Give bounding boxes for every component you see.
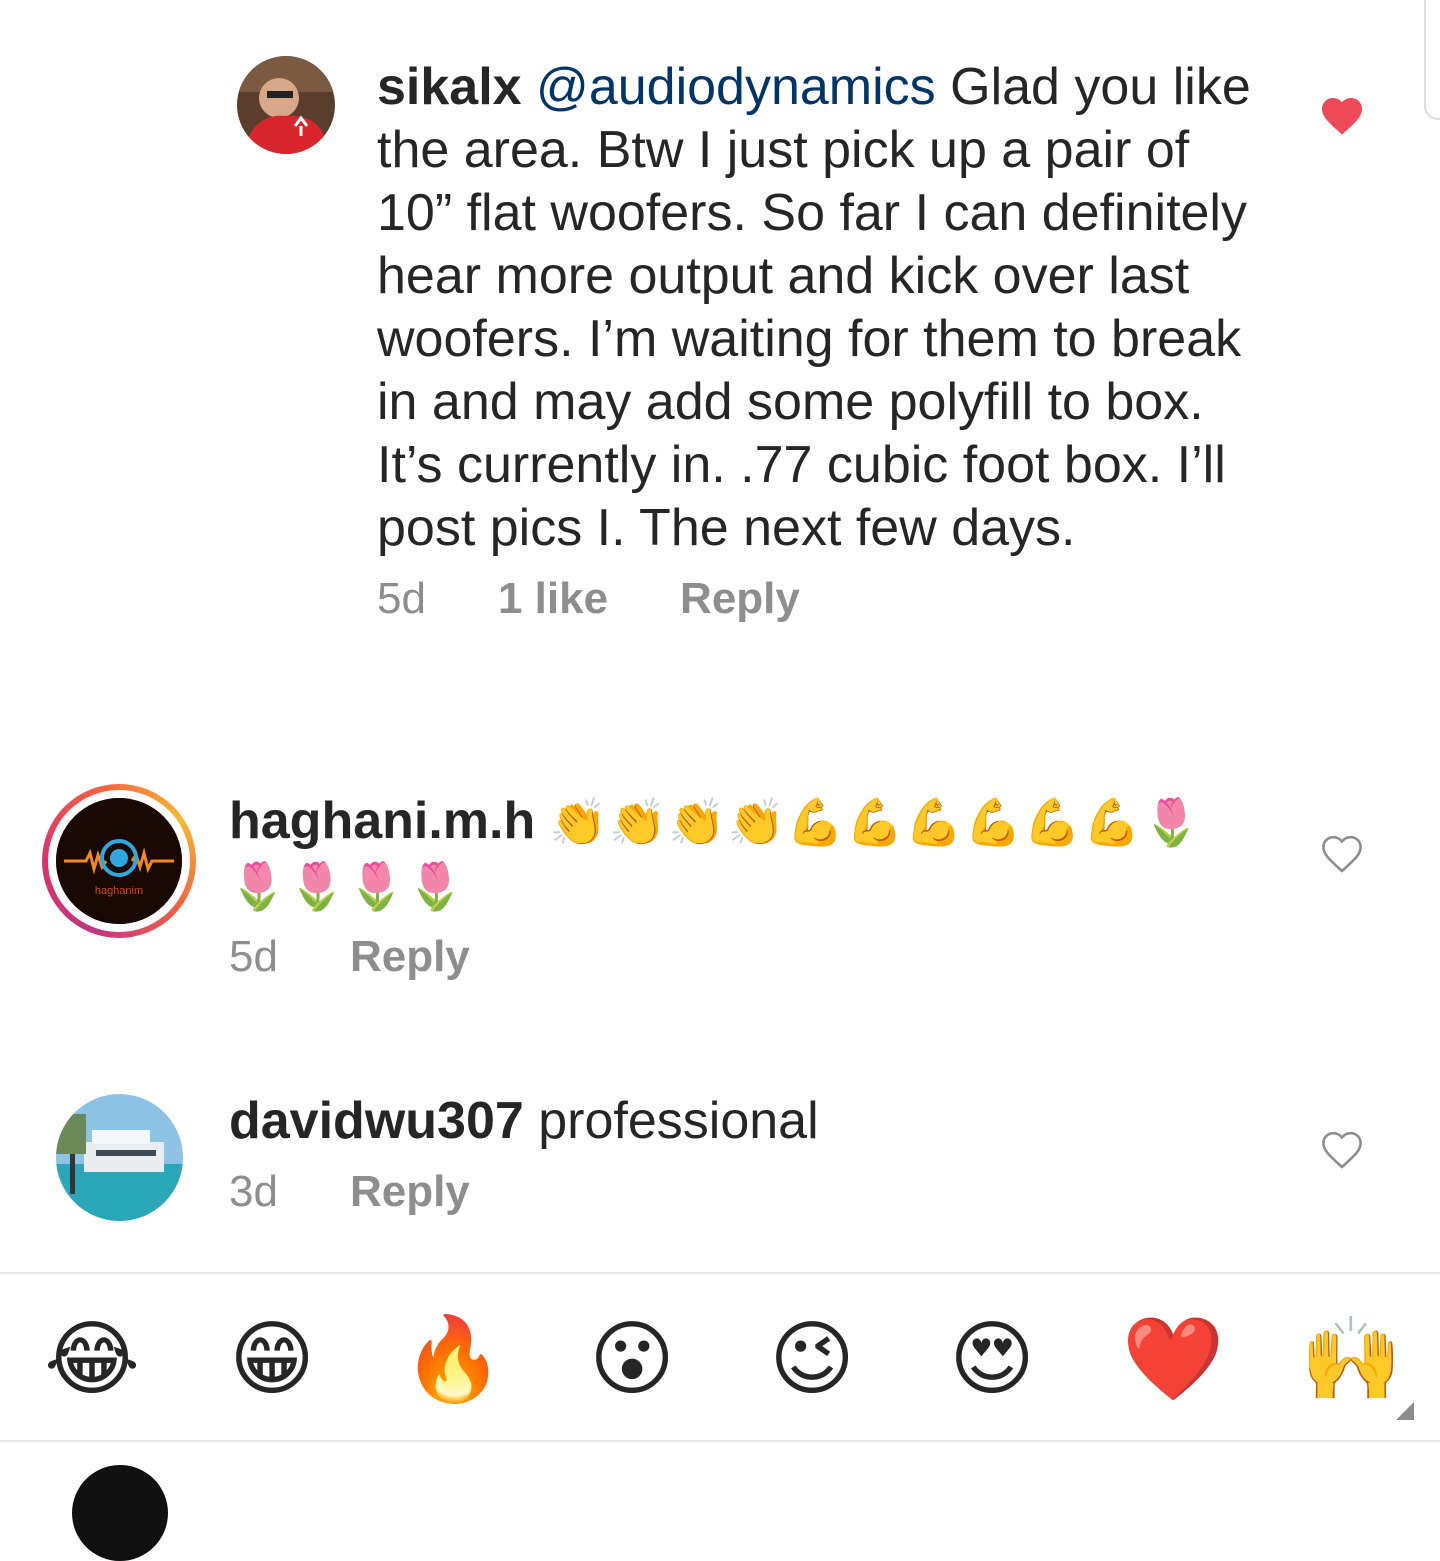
avatar[interactable] bbox=[237, 56, 335, 154]
comment-timestamp: 3d bbox=[229, 1167, 278, 1216]
avatar-story-ring[interactable]: haghanim bbox=[42, 784, 196, 938]
divider bbox=[0, 1440, 1440, 1442]
avatar bbox=[72, 1465, 168, 1561]
comment-text: davidwu307 professional bbox=[229, 1090, 1239, 1153]
heart-outline-icon[interactable] bbox=[1318, 830, 1366, 878]
emoji-wink-button[interactable]: 😉 bbox=[762, 1310, 862, 1410]
quick-emoji-bar: 😂 😁 🔥 😮 😉 😍 ❤️ 🙌 bbox=[0, 1290, 1440, 1430]
emoji-red-heart-button[interactable]: ❤️ bbox=[1122, 1310, 1224, 1410]
emoji-grin-button[interactable]: 😁 bbox=[222, 1310, 322, 1410]
reply-button[interactable]: Reply bbox=[680, 574, 800, 624]
comment-body: Glad you like the area. Btw I just pick … bbox=[377, 58, 1251, 557]
comment-username[interactable]: sikalx bbox=[377, 58, 522, 116]
avatar-label: haghanim bbox=[95, 885, 143, 897]
avatar: haghanim bbox=[56, 798, 182, 924]
heart-filled-icon[interactable] bbox=[1318, 92, 1366, 140]
comment-likes-link[interactable]: 1 like bbox=[498, 574, 608, 624]
comment-body: professional bbox=[523, 1092, 819, 1150]
divider bbox=[0, 1272, 1440, 1274]
comment-emojis: 👏👏👏👏💪💪💪💪💪💪🌷 bbox=[549, 796, 1202, 848]
avatar-photo bbox=[237, 56, 335, 154]
comment-meta: 3d Reply bbox=[229, 1167, 1239, 1217]
emoji-raised-hands-button[interactable]: 🙌 bbox=[1300, 1310, 1402, 1410]
avatar[interactable] bbox=[56, 1094, 183, 1221]
scrollbar-edge bbox=[1424, 0, 1440, 120]
avatar-photo bbox=[56, 1094, 183, 1221]
resize-corner-icon bbox=[1396, 1402, 1414, 1420]
comment-username[interactable]: davidwu307 bbox=[229, 1092, 524, 1150]
comment-text: sikalx @audiodynamics Glad you like the … bbox=[377, 56, 1257, 560]
comment-timestamp: 5d bbox=[377, 574, 426, 623]
reply-button[interactable]: Reply bbox=[350, 1167, 470, 1217]
emoji-open-mouth-button[interactable]: 😮 bbox=[582, 1310, 682, 1410]
comment-username[interactable]: haghani.m.h bbox=[229, 792, 535, 850]
comment-mention[interactable]: @audiodynamics bbox=[536, 58, 936, 116]
avatar-logo: haghanim bbox=[56, 798, 182, 924]
heart-outline-icon[interactable] bbox=[1318, 1126, 1366, 1174]
emoji-heart-eyes-button[interactable]: 😍 bbox=[942, 1310, 1042, 1410]
comment-text: haghani.m.h 👏👏👏👏💪💪💪💪💪💪🌷 🌷🌷🌷🌷 bbox=[229, 790, 1239, 918]
comment-meta: 5d Reply bbox=[229, 932, 1239, 982]
reply-button[interactable]: Reply bbox=[350, 932, 470, 982]
comment-emojis-line2: 🌷🌷🌷🌷 bbox=[229, 860, 467, 912]
emoji-tears-of-joy-button[interactable]: 😂 bbox=[42, 1310, 142, 1410]
comment-timestamp: 5d bbox=[229, 932, 278, 981]
comment-meta: 5d 1 like Reply bbox=[377, 574, 1257, 624]
emoji-fire-button[interactable]: 🔥 bbox=[402, 1310, 504, 1410]
